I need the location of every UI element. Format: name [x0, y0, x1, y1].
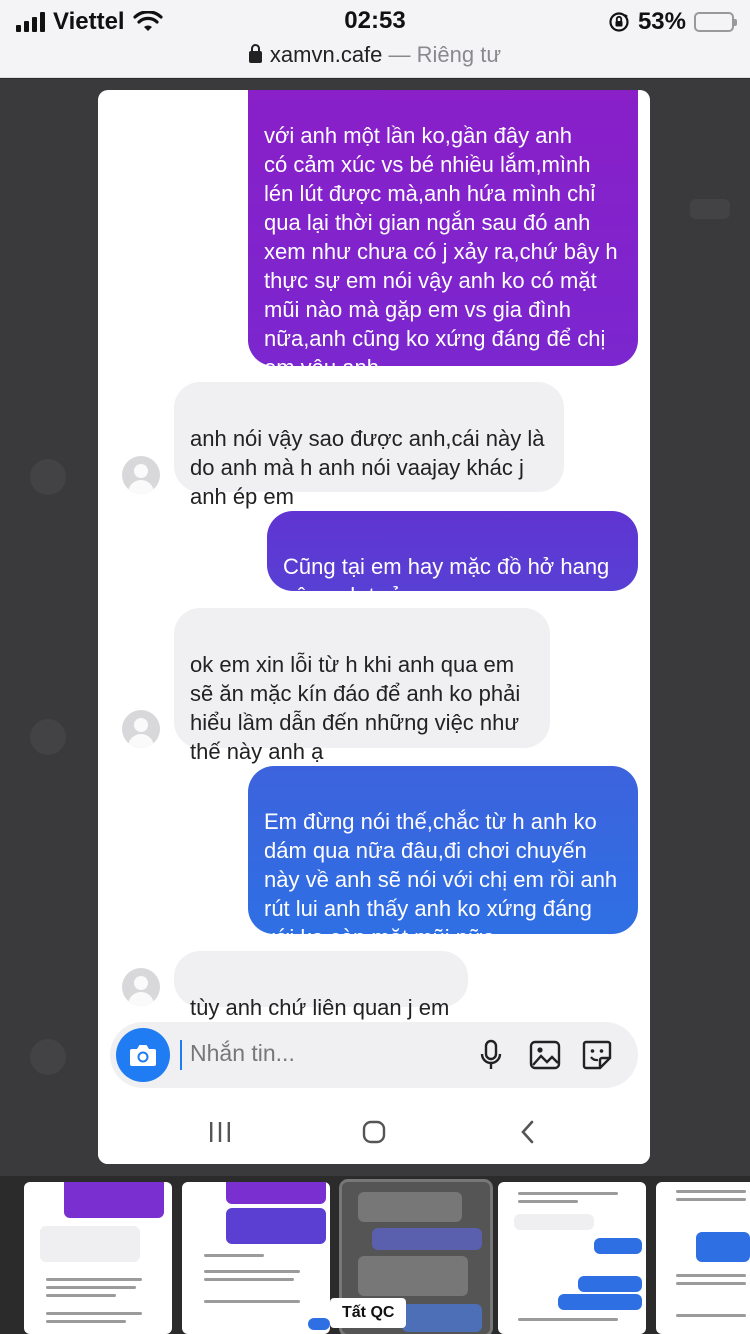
navigation-bar [98, 1100, 650, 1164]
url-separator: — [382, 42, 417, 67]
chat-screenshot[interactable]: với anh một lần ko,gần đây anh có cảm xú… [98, 90, 650, 1164]
recent-apps-icon[interactable] [208, 1118, 232, 1146]
message-sent: với anh một lần ko,gần đây anh có cảm xú… [248, 90, 638, 380]
message-text: tùy anh chứ liên quan j em [190, 995, 450, 1020]
battery-percent: 53% [637, 8, 686, 35]
camera-button[interactable] [116, 1028, 170, 1082]
message-received: ok em xin lỗi từ h khi anh qua em sẽ ăn … [174, 608, 550, 764]
home-icon[interactable] [361, 1118, 387, 1146]
sticker-icon[interactable] [580, 1038, 614, 1072]
status-bar: Viettel 02:53 53% [0, 0, 750, 40]
thumbnail[interactable] [656, 1182, 750, 1334]
gallery-icon[interactable] [528, 1038, 562, 1072]
message-text: Em đừng nói thế,chắc từ h anh ko dám qua… [264, 809, 618, 950]
message-composer: Nhắn tin... [110, 1022, 638, 1088]
message-text: Cũng tại em hay mặc đồ hở hang nên anh t… [283, 554, 610, 608]
thumbnail[interactable] [498, 1182, 646, 1334]
url-bar[interactable]: xamvn.cafe — Riêng tư [0, 40, 750, 78]
microphone-icon[interactable] [474, 1038, 508, 1072]
back-icon[interactable] [518, 1118, 538, 1146]
message-input[interactable]: Nhắn tin... [190, 1040, 295, 1067]
message-text: anh nói vậy sao được anh,cái này là do a… [190, 426, 545, 509]
chat-thread: với anh một lần ko,gần đây anh có cảm xú… [98, 90, 650, 1100]
battery-icon [694, 12, 737, 32]
avatar [122, 710, 160, 748]
url-domain: xamvn.cafe [269, 42, 383, 67]
lock-icon [248, 44, 262, 63]
message-sent: Em đừng nói thế,chắc từ h anh ko dám qua… [248, 766, 638, 950]
camera-icon [130, 1045, 156, 1066]
avatar [122, 968, 160, 1006]
message-sent: Cũng tại em hay mặc đồ hở hang nên anh t… [267, 511, 638, 608]
avatar [122, 456, 160, 494]
status-right: 53% [608, 8, 737, 36]
private-label: Riêng tư [416, 42, 502, 67]
message-received: anh nói vậy sao được anh,cái này là do a… [174, 382, 564, 509]
message-text: ok em xin lỗi từ h khi anh qua em sẽ ăn … [190, 652, 521, 764]
text-caret [180, 1040, 182, 1070]
rotation-lock-icon [609, 12, 629, 32]
message-received: tùy anh chứ liên quan j em [174, 951, 468, 1020]
message-text: với anh một lần ko,gần đây anh có cảm xú… [264, 123, 618, 380]
thumbnail[interactable] [24, 1182, 172, 1334]
thumbnail[interactable] [182, 1182, 330, 1334]
ad-label[interactable]: Tất QC [330, 1298, 407, 1328]
